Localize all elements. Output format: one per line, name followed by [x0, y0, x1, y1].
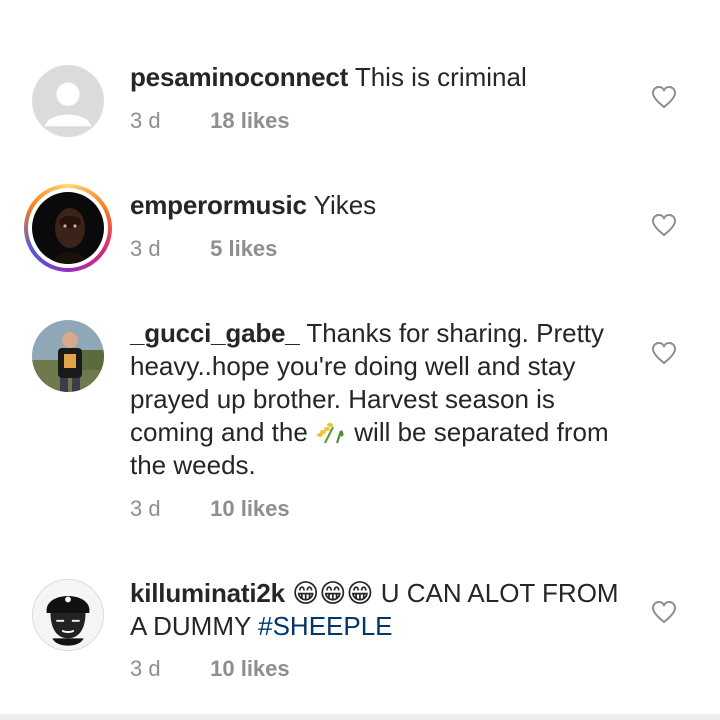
comment-meta: 3 d 5 likes [130, 236, 277, 262]
comment-likes[interactable]: 18 likes [210, 108, 290, 133]
story-ring[interactable] [24, 184, 112, 272]
comment-text: _gucci_gabe_ Thanks for sharing. Pretty … [130, 317, 630, 482]
heart-outline-icon [651, 341, 677, 365]
comment-text: killuminati2k 😁😁😁 U CAN ALOT FROM A DUMM… [130, 577, 630, 643]
grinning-emoji-icon: 😁 [346, 578, 374, 608]
comment-meta: 3 d 18 likes [130, 108, 290, 134]
grinning-emoji-icon: 😁 [292, 578, 320, 608]
comment-body: Yikes [313, 190, 377, 220]
comment-username[interactable]: pesaminoconnect [130, 62, 348, 92]
default-user-avatar-icon [33, 66, 103, 136]
comment-time: 3 d [130, 108, 161, 133]
like-button[interactable] [651, 213, 677, 237]
comment-time: 3 d [130, 236, 161, 261]
comment-time: 3 d [130, 656, 161, 681]
person-outdoor-photo-icon [32, 320, 104, 392]
comment-time: 3 d [130, 496, 161, 521]
avatar[interactable] [32, 579, 104, 651]
heart-outline-icon [651, 213, 677, 237]
heart-outline-icon [651, 600, 677, 624]
avatar[interactable] [32, 65, 104, 137]
comment-text: emperormusic Yikes [130, 189, 630, 222]
portrait-photo-icon [32, 192, 104, 264]
bandana-portrait-drawing-icon [33, 580, 103, 650]
comment-username[interactable]: _gucci_gabe_ [130, 318, 300, 348]
like-button[interactable] [651, 85, 677, 109]
like-button[interactable] [651, 341, 677, 365]
comment-body: This is criminal [354, 62, 527, 92]
comment-likes[interactable]: 5 likes [210, 236, 277, 261]
comment-meta: 3 d 10 likes [130, 656, 290, 682]
avatar [32, 192, 104, 264]
comment-meta: 3 d 10 likes [130, 496, 290, 522]
grinning-emoji-icon: 😁 [319, 578, 347, 608]
comment-likes[interactable]: 10 likes [210, 496, 290, 521]
comment-text: pesaminoconnect This is criminal [130, 61, 630, 94]
bottom-divider [0, 714, 720, 720]
comment-username[interactable]: killuminati2k [130, 578, 285, 608]
heart-outline-icon [651, 85, 677, 109]
wheat-emoji-icon [315, 419, 345, 445]
comment-likes[interactable]: 10 likes [210, 656, 290, 681]
avatar[interactable] [32, 320, 104, 392]
like-button[interactable] [651, 600, 677, 624]
hashtag-link[interactable]: #SHEEPLE [258, 611, 392, 641]
comment-username[interactable]: emperormusic [130, 190, 307, 220]
